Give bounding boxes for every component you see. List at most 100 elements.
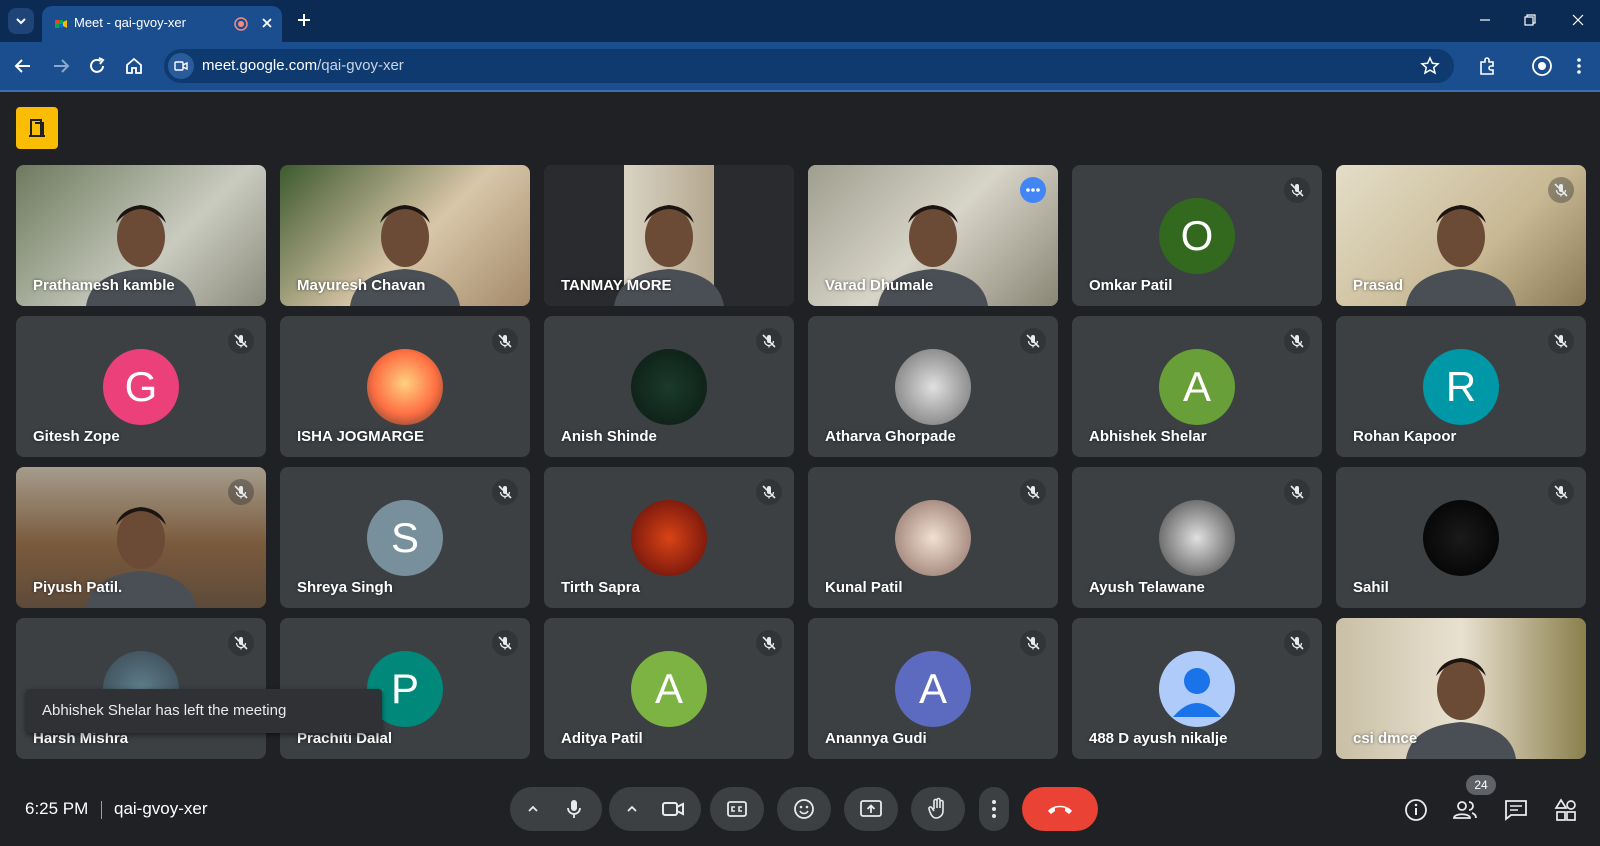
participant-tile[interactable]: Atharva Ghorpade	[808, 316, 1058, 457]
participant-tile[interactable]: Varad Dhumale	[808, 165, 1058, 306]
participant-tile[interactable]: Anish Shinde	[544, 316, 794, 457]
participant-tile[interactable]: Ayush Telawane	[1072, 467, 1322, 608]
camera-icon	[174, 61, 188, 71]
meeting-details-button[interactable]	[1403, 797, 1429, 823]
participant-tile[interactable]: G Gitesh Zope	[16, 316, 266, 457]
video-options-button[interactable]	[613, 787, 651, 831]
mic-off-icon	[1554, 485, 1568, 499]
new-tab-plus-icon[interactable]	[294, 10, 314, 30]
participant-tile[interactable]: Prathamesh kamble	[16, 165, 266, 306]
present-screen-button[interactable]	[844, 787, 898, 831]
participant-tile[interactable]: ISHA JOGMARGE	[280, 316, 530, 457]
back-arrow-icon[interactable]	[12, 55, 34, 77]
chat-button[interactable]	[1503, 797, 1529, 823]
meet-favicon-icon	[55, 20, 67, 28]
close-icon[interactable]	[258, 14, 276, 32]
mic-off-icon	[762, 636, 776, 650]
browser-toolbar: meet.google.com/qai-gvoy-xer	[0, 42, 1600, 90]
emoji-icon	[794, 799, 814, 819]
participant-tile[interactable]: R Rohan Kapoor	[1336, 316, 1586, 457]
participant-tile[interactable]: Prasad	[1336, 165, 1586, 306]
microphone-icon	[567, 800, 581, 818]
restore-icon[interactable]	[1520, 10, 1540, 30]
forward-arrow-icon[interactable]	[50, 55, 72, 77]
participant-name: Gitesh Zope	[33, 428, 120, 445]
muted-indicator	[1284, 630, 1310, 656]
participant-avatar	[1423, 500, 1499, 576]
camera-icon	[662, 802, 684, 816]
participant-tile[interactable]: Piyush Patil.	[16, 467, 266, 608]
tab-list-button[interactable]	[8, 8, 34, 34]
activities-button[interactable]	[1553, 797, 1579, 823]
mic-off-icon	[498, 485, 512, 499]
participant-tile[interactable]: 488 D ayush nikalje	[1072, 618, 1322, 759]
people-icon	[1453, 801, 1477, 819]
captions-button[interactable]	[710, 787, 764, 831]
camera-button[interactable]	[647, 787, 699, 831]
toast-text: Abhishek Shelar has left the meeting	[42, 702, 287, 719]
participant-options-button[interactable]	[1020, 177, 1046, 203]
reload-icon[interactable]	[86, 55, 108, 77]
muted-indicator	[756, 479, 782, 505]
muted-indicator	[1548, 328, 1574, 354]
participant-avatar	[631, 349, 707, 425]
site-info-button[interactable]	[168, 53, 194, 79]
more-horiz-icon	[1026, 188, 1040, 192]
leave-call-button[interactable]	[1022, 787, 1098, 831]
participant-grid: Prathamesh kamble Mayuresh Chavan TANMAY M…	[16, 165, 1588, 769]
mic-off-icon	[1026, 636, 1040, 650]
muted-indicator	[1284, 479, 1310, 505]
participant-name: Prathamesh kamble	[33, 277, 175, 294]
mic-off-icon	[498, 636, 512, 650]
extensions-puzzle-icon[interactable]	[1476, 55, 1498, 77]
audio-options-button[interactable]	[514, 787, 552, 831]
people-count-badge: 24	[1466, 775, 1496, 795]
participant-name: Mayuresh Chavan	[297, 277, 426, 294]
browser-menu-icon[interactable]	[1568, 55, 1590, 77]
info-icon	[1405, 799, 1427, 821]
bookmark-star-icon[interactable]	[1420, 56, 1440, 76]
participant-name: Piyush Patil.	[33, 579, 123, 596]
participant-tile[interactable]: A Anannya Gudi	[808, 618, 1058, 759]
profile-avatar-icon[interactable]	[1531, 55, 1553, 77]
muted-indicator	[492, 630, 518, 656]
participant-name: Prasad	[1353, 277, 1404, 294]
default-person-icon	[1173, 668, 1221, 717]
url-host: meet.google.com	[202, 57, 318, 74]
participant-tile[interactable]: A Aditya Patil	[544, 618, 794, 759]
participant-tile[interactable]: S Shreya Singh	[280, 467, 530, 608]
raise-hand-button[interactable]	[911, 787, 965, 831]
participant-tile[interactable]: A Abhishek Shelar	[1072, 316, 1322, 457]
participant-avatar: S	[367, 500, 443, 576]
participant-tile[interactable]: O Omkar Patil	[1072, 165, 1322, 306]
participant-tile[interactable]: Kunal Patil	[808, 467, 1058, 608]
participant-tile[interactable]: Tirth Sapra	[544, 467, 794, 608]
close-window-icon[interactable]	[1568, 10, 1588, 30]
participant-avatar	[1159, 500, 1235, 576]
participant-tile[interactable]: csi dmce	[1336, 618, 1586, 759]
meet-companion-logo[interactable]	[16, 107, 58, 149]
people-button[interactable]	[1452, 797, 1478, 823]
chevron-down-icon	[16, 18, 26, 25]
home-icon[interactable]	[123, 55, 145, 77]
address-bar[interactable]: meet.google.com/qai-gvoy-xer	[164, 49, 1454, 83]
activities-icon	[1554, 798, 1576, 821]
participant-tile[interactable]: TANMAY MORE	[544, 165, 794, 306]
chevron-up-icon	[528, 805, 538, 812]
participant-tile[interactable]: Mayuresh Chavan	[280, 165, 530, 306]
mic-off-icon	[762, 485, 776, 499]
browser-tab[interactable]: Meet - qai-gvoy-xer	[42, 6, 282, 42]
minimize-icon[interactable]	[1475, 10, 1495, 30]
muted-indicator	[1020, 328, 1046, 354]
mic-off-icon	[1290, 636, 1304, 650]
reactions-button[interactable]	[777, 787, 831, 831]
microphone-button[interactable]	[548, 787, 600, 831]
muted-indicator	[1284, 177, 1310, 203]
participant-avatar: O	[1159, 198, 1235, 274]
participant-tile[interactable]: Sahil	[1336, 467, 1586, 608]
more-options-button[interactable]	[979, 787, 1009, 831]
participant-avatar	[367, 349, 443, 425]
present-screen-icon	[860, 800, 882, 817]
more-vert-icon	[992, 800, 996, 818]
mic-off-icon	[1026, 485, 1040, 499]
